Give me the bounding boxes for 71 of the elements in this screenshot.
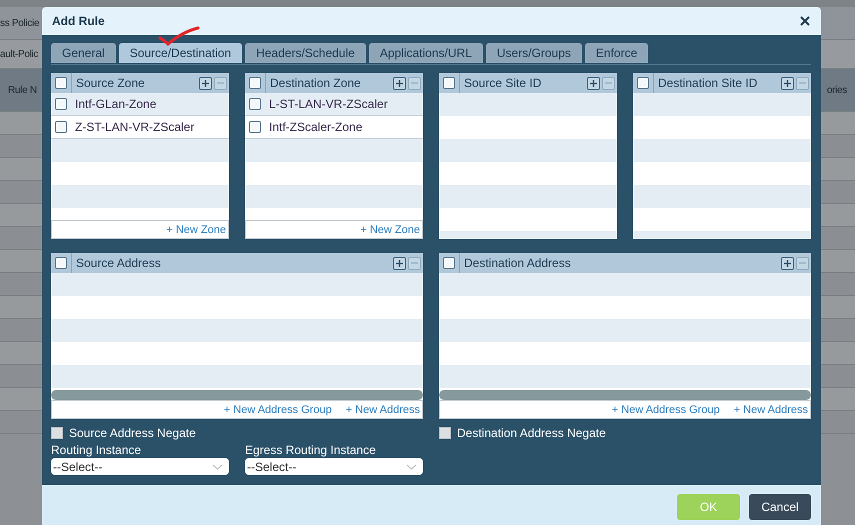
new-link[interactable]: + New Address Group [224,404,332,416]
minus-icon [604,82,613,84]
field-label: Egress Routing Instance [245,443,377,457]
plus-icon [395,258,404,268]
panel-title: Source Address [75,256,162,270]
panel-title: Destination Address [463,256,572,270]
cancel-button[interactable]: Cancel [749,494,811,520]
new-link[interactable]: + New Zone [166,224,226,236]
plus-icon [395,78,404,88]
new-link[interactable]: + New Address [734,404,808,416]
filter-label: ault-Polic [0,48,38,60]
checkbox[interactable] [55,77,67,89]
panel-title: Source Site ID [463,76,542,90]
select-field[interactable]: --Select-- [51,458,229,475]
checkbox-label: Destination Address Negate [457,426,606,440]
new-link[interactable]: + New Address Group [612,404,720,416]
column-header: Rule N [8,84,37,96]
add-button[interactable] [393,76,406,90]
add-button[interactable] [199,76,212,90]
minus-icon [216,82,225,84]
checkbox[interactable] [637,77,649,89]
minus-icon [410,262,419,264]
checkbox[interactable] [51,427,63,439]
field-label: Routing Instance [51,443,142,457]
minus-icon [798,82,807,84]
checkbox[interactable] [443,77,455,89]
close-button[interactable] [799,15,811,27]
dialog-title: Add Rule [52,14,105,28]
tick-mark-drawing [158,26,200,46]
tab[interactable]: Source/Destination [118,43,242,63]
tab[interactable]: Applications/URL [368,43,483,63]
checkbox[interactable] [55,98,67,110]
add-button[interactable] [781,76,794,90]
checkbox[interactable] [55,257,67,269]
panel-title: Destination Zone [269,76,362,90]
minus-icon [798,262,807,264]
tab[interactable]: General [51,43,116,63]
tab[interactable]: Users/Groups [486,43,582,63]
new-link[interactable]: + New Zone [360,224,420,236]
tab[interactable]: Enforce [584,43,648,63]
plus-icon [589,78,598,88]
plus-icon [783,78,792,88]
plus-icon [201,78,210,88]
tab[interactable]: Headers/Schedule [245,43,366,63]
panel-title: Destination Site ID [657,76,758,90]
list-item[interactable]: Intf-ZScaler-Zone [265,120,362,134]
checkbox[interactable] [443,257,455,269]
select-field[interactable]: --Select-- [245,458,423,475]
panel-title: Source Zone [75,76,146,90]
scrollbar[interactable] [439,390,811,400]
checkbox[interactable] [249,77,261,89]
checkbox-label: Source Address Negate [69,426,196,440]
add-button[interactable] [781,256,794,270]
chevron-down-icon [212,464,223,470]
plus-icon [783,258,792,268]
column-header: ories [826,84,847,96]
checkbox[interactable] [55,121,67,133]
checkbox[interactable] [249,98,261,110]
add-button[interactable] [393,256,406,270]
page-title-text: ss Policie [0,18,40,28]
list-item[interactable]: Z-ST-LAN-VR-ZScaler [71,120,194,134]
checkbox[interactable] [439,427,451,439]
chevron-down-icon [406,464,417,470]
scrollbar[interactable] [51,390,423,400]
close-icon [799,15,811,27]
list-item[interactable]: Intf-GLan-Zone [71,97,156,111]
minus-icon [410,82,419,84]
checkbox[interactable] [249,121,261,133]
new-link[interactable]: + New Address [346,404,420,416]
add-button[interactable] [587,76,600,90]
list-item[interactable]: L-ST-LAN-VR-ZScaler [265,97,388,111]
